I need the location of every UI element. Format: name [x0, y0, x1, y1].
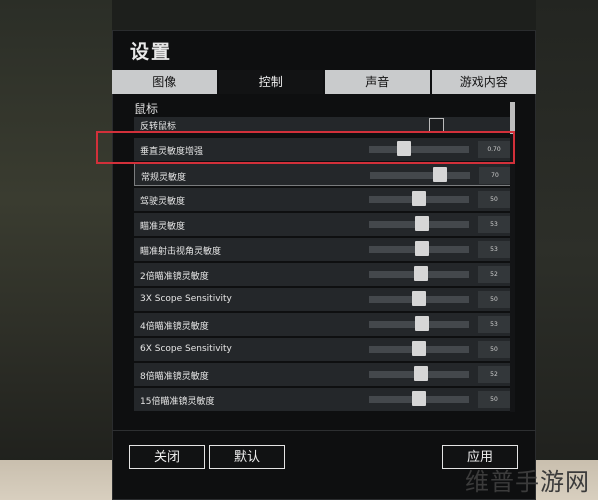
footer-divider	[112, 430, 536, 431]
tab-sound[interactable]: 声音	[325, 70, 430, 94]
tab-gameplay[interactable]: 游戏内容	[431, 70, 536, 94]
value-input[interactable]: 50	[478, 191, 510, 208]
sensitivity-label: 4倍瞄准镜灵敏度	[140, 322, 209, 332]
slider-thumb[interactable]	[415, 241, 429, 256]
slider-thumb[interactable]	[414, 266, 428, 281]
value-input[interactable]: 53	[478, 241, 510, 258]
section-label-mouse: 鼠标	[134, 102, 159, 116]
sensitivity-row: 瞄准灵敏度 53	[134, 213, 511, 236]
sensitivity-row: 2倍瞄准镜灵敏度 52	[134, 263, 511, 286]
slider-thumb[interactable]	[412, 291, 426, 306]
sensitivity-label: 8倍瞄准镜灵敏度	[140, 372, 209, 382]
slider-thumb[interactable]	[415, 216, 429, 231]
value-input[interactable]: 50	[478, 391, 510, 408]
slider-thumb[interactable]	[412, 191, 426, 206]
value-input[interactable]: 70	[479, 167, 511, 184]
tab-graphics[interactable]: 图像	[112, 70, 217, 94]
close-button[interactable]: 关闭	[129, 445, 205, 469]
tab-controls[interactable]: 控制	[218, 70, 323, 94]
sensitivity-row: 常规灵敏度 70	[134, 163, 511, 186]
sensitivity-row: 4倍瞄准镜灵敏度 53	[134, 313, 511, 336]
page-title: 设置	[130, 41, 173, 63]
tab-bar: 图像 控制 声音 游戏内容	[112, 70, 536, 94]
slider-thumb[interactable]	[412, 341, 426, 356]
slider-thumb[interactable]	[415, 316, 429, 331]
slider-track[interactable]	[370, 172, 470, 179]
highlight-frame	[96, 131, 515, 164]
value-input[interactable]: 52	[478, 266, 510, 283]
value-input[interactable]: 53	[478, 316, 510, 333]
sensitivity-row: 驾驶灵敏度 50	[134, 188, 511, 211]
sensitivity-row: 15倍瞄准镜灵敏度 50	[134, 388, 511, 411]
scrollbar-thumb[interactable]	[510, 102, 515, 134]
sensitivity-label: 常规灵敏度	[141, 173, 187, 183]
slider-thumb[interactable]	[412, 391, 426, 406]
sensitivity-label: 3X Scope Sensitivity	[140, 294, 232, 304]
background-left	[0, 0, 112, 500]
sensitivity-row: 6X Scope Sensitivity 50	[134, 338, 511, 361]
slider-thumb[interactable]	[414, 366, 428, 381]
sensitivity-label: 瞄准灵敏度	[140, 222, 186, 232]
background-right	[536, 0, 598, 500]
sensitivity-row: 3X Scope Sensitivity 50	[134, 288, 511, 311]
sensitivity-label: 6X Scope Sensitivity	[140, 344, 232, 354]
value-input[interactable]: 53	[478, 216, 510, 233]
watermark-text: 维普手游网	[465, 468, 590, 496]
default-button[interactable]: 默认	[209, 445, 285, 469]
value-input[interactable]: 52	[478, 366, 510, 383]
sensitivity-row: 瞄准射击视角灵敏度 53	[134, 238, 511, 261]
slider-thumb[interactable]	[433, 167, 447, 182]
sensitivity-label: 2倍瞄准镜灵敏度	[140, 272, 209, 282]
sensitivity-label: 驾驶灵敏度	[140, 197, 186, 207]
sensitivity-row: 8倍瞄准镜灵敏度 52	[134, 363, 511, 386]
value-input[interactable]: 50	[478, 291, 510, 308]
value-input[interactable]: 50	[478, 341, 510, 358]
sensitivity-label: 瞄准射击视角灵敏度	[140, 247, 222, 257]
sensitivity-label: 15倍瞄准镜灵敏度	[140, 397, 215, 407]
